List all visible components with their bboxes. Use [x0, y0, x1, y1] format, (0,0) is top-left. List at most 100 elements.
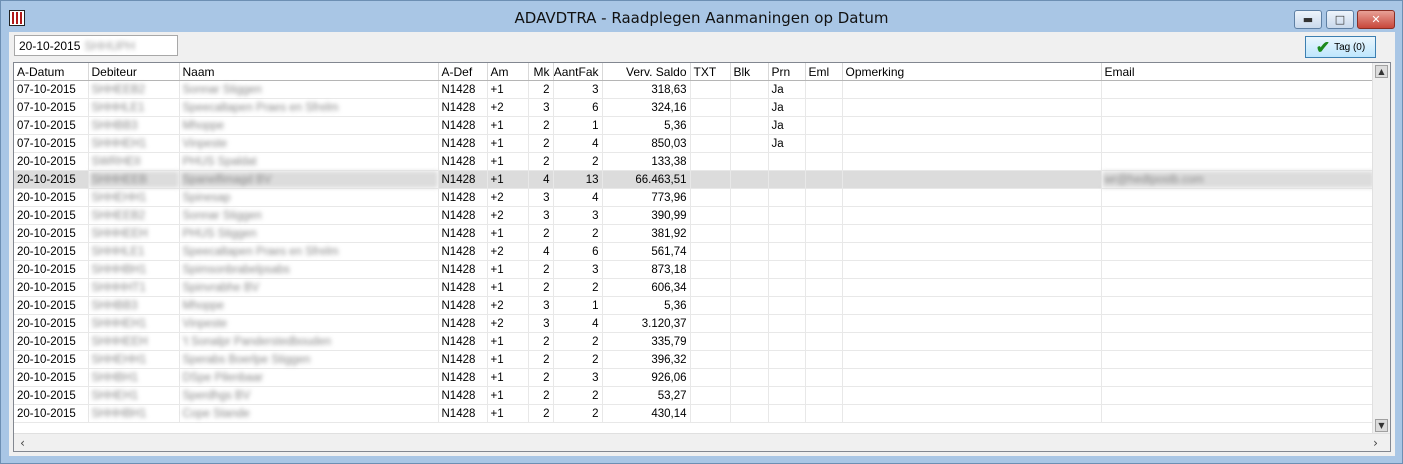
table-row[interactable]: 20-10-2015 SHHHEEB Spanelfimagd BV N1428 +1 4…: [14, 170, 1375, 189]
cell-adef: N1428: [438, 170, 488, 189]
cell-opm: [842, 116, 1102, 135]
table-row[interactable]: 20-10-2015 SHHEEB2 Sonnar Stiggen N1428 +2 3 3…: [14, 206, 1375, 225]
cell-eml: [805, 188, 843, 207]
col-header-eml[interactable]: Eml: [805, 63, 843, 81]
cell-adatum: 20-10-2015: [14, 386, 89, 405]
table-row[interactable]: 07-10-2015 SHHHLE1 Speecaltapen Praes en S…: [14, 98, 1375, 117]
cell-debiteur: SHHBB3: [88, 296, 180, 315]
date-filter-field[interactable]: 20-10-2015 SHHUPH: [14, 35, 178, 56]
col-header-adef[interactable]: A-Def: [438, 63, 488, 81]
cell-debiteur: SHHHEEH: [88, 224, 180, 243]
cell-txt: [690, 134, 731, 153]
cell-adatum: 20-10-2015: [14, 296, 89, 315]
cell-am: +2: [487, 242, 529, 261]
title-bar[interactable]: ADAVDTRA - Raadplegen Aanmaningen op Dat…: [1, 1, 1402, 31]
cell-eml: [805, 152, 843, 171]
cell-eml: [805, 350, 843, 369]
cell-saldo: 3.120,37: [602, 314, 691, 333]
cell-aantfak: 2: [553, 152, 603, 171]
cell-debiteur: SHHHEH1: [88, 134, 180, 153]
table-row[interactable]: 07-10-2015 SHHEEB2 Sonnar Stiggen N1428 +1 2 3…: [14, 80, 1375, 99]
cell-am: +1: [487, 278, 529, 297]
table-row[interactable]: 20-10-2015 SHHHEH1 Vinpeste N1428 +2 3 4 3.120,…: [14, 314, 1375, 333]
cell-blk: [730, 188, 769, 207]
close-button[interactable]: ✕: [1357, 10, 1395, 29]
scroll-left-icon[interactable]: ‹: [16, 436, 29, 450]
cell-aantfak: 1: [553, 116, 603, 135]
col-header-aantfak[interactable]: AantFak: [553, 63, 603, 81]
cell-txt: [690, 170, 731, 189]
maximize-icon: □: [1334, 13, 1346, 26]
cell-prn: [768, 224, 806, 243]
cell-am: +1: [487, 116, 529, 135]
table-row[interactable]: 20-10-2015 SHHHBH1 Spimsonbrabelpsabs N1428…: [14, 260, 1375, 279]
minimize-button[interactable]: ▬: [1294, 10, 1322, 29]
cell-adef: N1428: [438, 314, 488, 333]
cell-email: wr@hedtpostb.com: [1101, 170, 1375, 189]
cell-naam: Mhoppe: [179, 116, 439, 135]
cell-blk: [730, 98, 769, 117]
cell-blk: [730, 278, 769, 297]
cell-naam: DSpe Pilenbaar: [179, 368, 439, 387]
cell-am: +1: [487, 368, 529, 387]
col-header-blk[interactable]: Blk: [730, 63, 769, 81]
table-row[interactable]: 20-10-2015 SHHEHH1 Spinesap N1428 +2 3 4 773,96: [14, 188, 1375, 207]
cell-am: +1: [487, 350, 529, 369]
cell-saldo: 873,18: [602, 260, 691, 279]
cell-debiteur: SHHHEH1: [88, 314, 180, 333]
col-header-am[interactable]: Am: [487, 63, 529, 81]
cell-saldo: 133,38: [602, 152, 691, 171]
minimize-icon: ▬: [1302, 13, 1314, 26]
table-row[interactable]: 20-10-2015 SHHHHT1 Spinvrabhe BV N1428 +1 2 2 6…: [14, 278, 1375, 297]
scroll-down-icon[interactable]: ▼: [1375, 419, 1388, 432]
table-row[interactable]: 20-10-2015 SHHEH1 Sperdhgs BV N1428 +1 2 2 53,2…: [14, 386, 1375, 405]
table-row[interactable]: 07-10-2015 SHHBB3 Mhoppe N1428 +1 2 1 5,36 Ja: [14, 116, 1375, 135]
col-header-email[interactable]: Email: [1101, 63, 1375, 81]
col-header-prn[interactable]: Prn: [768, 63, 806, 81]
scroll-right-icon[interactable]: ›: [1369, 436, 1382, 450]
table-row[interactable]: 20-10-2015 SHHBB3 Mhoppe N1428 +2 3 1 5,36: [14, 296, 1375, 315]
col-header-naam[interactable]: Naam: [179, 63, 439, 81]
window-title: ADAVDTRA - Raadplegen Aanmaningen op Dat…: [514, 9, 889, 27]
col-header-txt[interactable]: TXT: [690, 63, 731, 81]
maximize-button[interactable]: □: [1326, 10, 1354, 29]
table-row[interactable]: 20-10-2015 SHHBH1 DSpe Pilenbaar N1428 +1 2 3 9…: [14, 368, 1375, 387]
cell-am: +2: [487, 206, 529, 225]
table-row[interactable]: 20-10-2015 SHHHLE1 Speecaltapen Praes en S…: [14, 242, 1375, 261]
cell-aantfak: 2: [553, 224, 603, 243]
cell-mk: 2: [528, 116, 554, 135]
aanmaningen-grid[interactable]: A-Datum Debiteur Naam A-Def Am Mk AantFa…: [13, 62, 1391, 452]
cell-saldo: 561,74: [602, 242, 691, 261]
scroll-up-icon[interactable]: ▲: [1375, 65, 1388, 78]
table-row[interactable]: 20-10-2015 SHHHEEH't Sonalpr Panderstedbo…: [14, 332, 1375, 351]
cell-saldo: 53,27: [602, 386, 691, 405]
table-row[interactable]: 07-10-2015 SHHHEH1 Vinpeste N1428 +1 2 4 850,03…: [14, 134, 1375, 153]
cell-txt: [690, 260, 731, 279]
cell-aantfak: 3: [553, 80, 603, 99]
cell-mk: 2: [528, 368, 554, 387]
col-header-mk[interactable]: Mk: [528, 63, 554, 81]
cell-naam: Cope Stande: [179, 404, 439, 423]
cell-adef: N1428: [438, 386, 488, 405]
table-row[interactable]: 20-10-2015 SHHHBH1 Cope Stande N1428 +1 2 2 430…: [14, 404, 1375, 423]
horizontal-scrollbar[interactable]: ‹ ›: [14, 433, 1390, 451]
table-row[interactable]: 20-10-2015 SWRHEII PHUS Spaldat N1428 +1 2 2 13…: [14, 152, 1375, 171]
cell-eml: [805, 98, 843, 117]
cell-debiteur: SHHEHH1: [88, 350, 180, 369]
cell-blk: [730, 116, 769, 135]
cell-saldo: 396,32: [602, 350, 691, 369]
col-header-debiteur[interactable]: Debiteur: [88, 63, 180, 81]
vertical-scrollbar[interactable]: ▲ ▼: [1372, 63, 1390, 434]
cell-eml: [805, 170, 843, 189]
col-header-opmerking[interactable]: Opmerking: [842, 63, 1102, 81]
cell-opm: [842, 296, 1102, 315]
cell-saldo: 390,99: [602, 206, 691, 225]
cell-mk: 3: [528, 188, 554, 207]
cell-prn: [768, 152, 806, 171]
table-row[interactable]: 20-10-2015 SHHEHH1 Sperabs Boerlpe Stiggen…: [14, 350, 1375, 369]
col-header-adatum[interactable]: A-Datum: [14, 63, 89, 81]
col-header-saldo[interactable]: Verv. Saldo: [602, 63, 691, 81]
tag-button[interactable]: ✔ Tag (0): [1305, 36, 1376, 58]
cell-saldo: 606,34: [602, 278, 691, 297]
table-row[interactable]: 20-10-2015 SHHHEEH PHUS Stiggen N1428 +1 2 2 38…: [14, 224, 1375, 243]
